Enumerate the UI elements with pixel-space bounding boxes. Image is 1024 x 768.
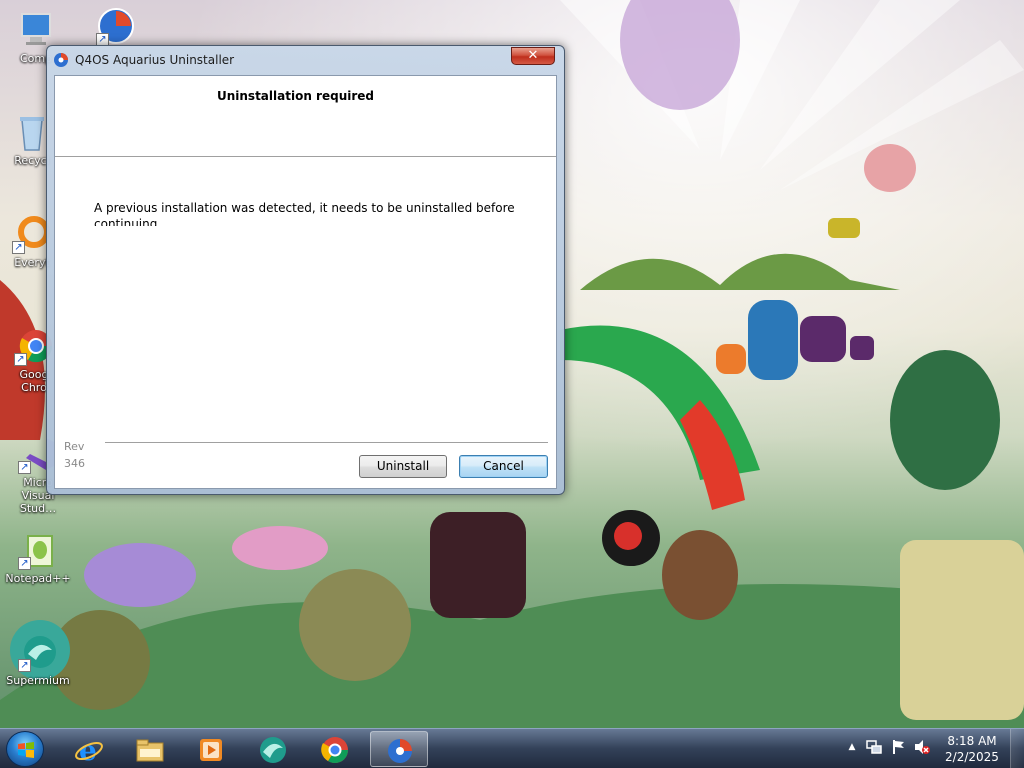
desktop-icon-label: Notepad++ <box>5 572 71 585</box>
q4os-uninstaller-icon <box>54 53 68 67</box>
notepad-plus-plus-icon: ↗ <box>18 530 58 570</box>
dialog-heading: Uninstallation required <box>216 89 374 103</box>
show-desktop-button[interactable] <box>1010 729 1024 768</box>
dialog-message: A previous installation was detected, it… <box>94 201 515 226</box>
q4os-uninstaller-icon <box>388 739 412 763</box>
clock-date: 2/2/2025 <box>945 750 999 764</box>
q4os-icon: ↗ <box>96 6 136 46</box>
supermium-icon: ↗ <box>18 632 58 672</box>
volume-muted-icon[interactable] <box>914 739 930 755</box>
taskbar-file-explorer[interactable] <box>121 731 179 767</box>
uninstall-button[interactable]: Uninstall <box>359 455 447 478</box>
taskbar-supermium[interactable] <box>244 731 302 767</box>
network-icon[interactable] <box>866 739 882 755</box>
window-title: Q4OS Aquarius Uninstaller <box>75 53 235 67</box>
taskbar: e ▲ 8:18 AM 2/2/2025 <box>0 728 1024 768</box>
desktop-icon-label: Supermium <box>6 674 70 687</box>
dialog-client-area: Uninstallation required A previous insta… <box>54 75 557 489</box>
shortcut-arrow-icon: ↗ <box>18 461 31 474</box>
google-chrome-icon <box>321 737 349 764</box>
title-bar[interactable]: Q4OS Aquarius Uninstaller ✕ <box>47 46 564 74</box>
cancel-button[interactable]: Cancel <box>459 455 548 478</box>
taskbar-google-chrome[interactable] <box>306 731 364 767</box>
shortcut-arrow-icon: ↗ <box>12 241 25 254</box>
computer-icon <box>16 10 56 50</box>
supermium-icon <box>260 737 286 763</box>
shortcut-arrow-icon: ↗ <box>14 353 27 366</box>
taskbar-internet-explorer[interactable]: e <box>60 731 118 767</box>
shortcut-arrow-icon: ↗ <box>18 659 31 672</box>
show-hidden-icons-icon[interactable]: ▲ <box>844 739 860 755</box>
desktop-icon-q4os[interactable]: ↗ <box>80 6 152 48</box>
clock-time: 8:18 AM <box>947 734 997 748</box>
shortcut-arrow-icon: ↗ <box>18 557 31 570</box>
clock[interactable]: 8:18 AM 2/2/2025 <box>940 733 1004 765</box>
dialog-header: Uninstallation required <box>55 76 556 157</box>
footer-divider <box>105 442 548 443</box>
media-player-icon <box>200 739 222 761</box>
taskbar-media-player[interactable] <box>182 731 240 767</box>
taskbar-q4os-uninstaller[interactable] <box>370 731 428 767</box>
action-center-flag-icon[interactable] <box>890 739 906 755</box>
svg-text:e: e <box>79 735 97 765</box>
uninstaller-dialog: Q4OS Aquarius Uninstaller ✕ Uninstallati… <box>46 45 565 495</box>
system-tray: ▲ 8:18 AM 2/2/2025 <box>840 729 1024 768</box>
windows-logo-icon <box>18 742 34 758</box>
start-button[interactable] <box>6 731 44 767</box>
desktop-icon-supermium[interactable]: ↗ Supermium <box>2 632 74 687</box>
internet-explorer-icon: e <box>75 735 103 765</box>
desktop-icon-notepad-plus-plus[interactable]: ↗ Notepad++ <box>2 530 74 585</box>
revision-label: Rev 346 <box>64 440 85 470</box>
file-explorer-icon <box>136 739 164 762</box>
close-button[interactable]: ✕ <box>511 47 555 65</box>
